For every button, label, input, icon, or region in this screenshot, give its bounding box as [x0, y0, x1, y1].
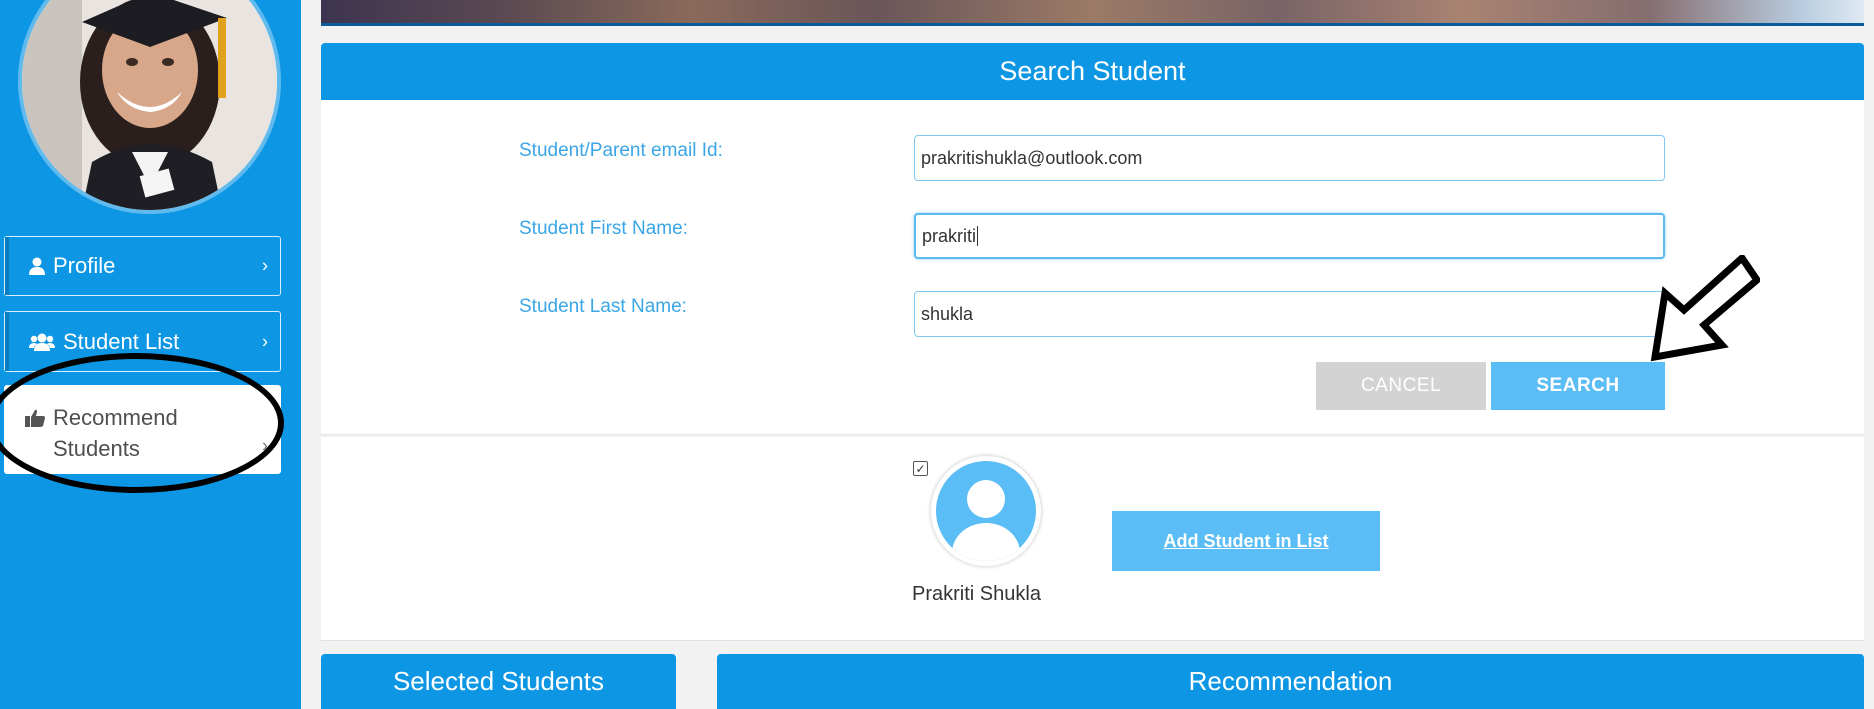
search-results-panel: [321, 437, 1864, 641]
profile-photo: [22, 0, 277, 210]
cancel-button[interactable]: CANCEL: [1316, 362, 1486, 410]
graduate-photo-image: [22, 0, 277, 210]
last-name-field[interactable]: shukla: [914, 291, 1665, 337]
email-field[interactable]: prakritishukla@outlook.com: [914, 135, 1665, 181]
select-student-checkbox[interactable]: ✓: [913, 461, 928, 476]
add-student-button[interactable]: Add Student in List: [1112, 511, 1380, 571]
sidebar-item-label: Profile: [53, 253, 116, 278]
sidebar-item-label: Student List: [63, 328, 180, 354]
text-cursor: [977, 226, 979, 246]
highlight-circle-annotation: [0, 353, 284, 493]
recommendation-header: Recommendation: [717, 654, 1864, 709]
first-name-field[interactable]: prakriti: [914, 213, 1665, 259]
last-name-field-value: shukla: [921, 303, 974, 324]
student-name: Prakriti Shukla: [912, 583, 1041, 605]
sidebar-item-profile[interactable]: Profile ›: [4, 236, 281, 296]
panel-title: Recommendation: [1188, 666, 1393, 696]
user-avatar-icon: [936, 461, 1036, 561]
first-name-field-value: prakriti: [922, 225, 977, 246]
panel-title: Search Student: [999, 56, 1186, 86]
arrow-pointer-annotation: [1650, 255, 1760, 362]
search-student-header: Search Student: [321, 43, 1864, 100]
chevron-right-icon: ›: [262, 255, 268, 276]
first-name-label: Student First Name:: [519, 218, 688, 239]
user-icon: [29, 257, 45, 275]
selected-students-header: Selected Students: [321, 654, 676, 709]
student-avatar: [931, 456, 1041, 566]
email-label: Student/Parent email Id:: [519, 140, 723, 161]
last-name-label: Student Last Name:: [519, 296, 687, 317]
users-icon: [29, 333, 55, 351]
search-button[interactable]: SEARCH: [1491, 362, 1665, 410]
library-banner-image: [321, 0, 1864, 26]
panel-title: Selected Students: [392, 666, 605, 696]
email-field-value: prakritishukla@outlook.com: [921, 147, 1143, 168]
chevron-right-icon: ›: [262, 331, 268, 351]
